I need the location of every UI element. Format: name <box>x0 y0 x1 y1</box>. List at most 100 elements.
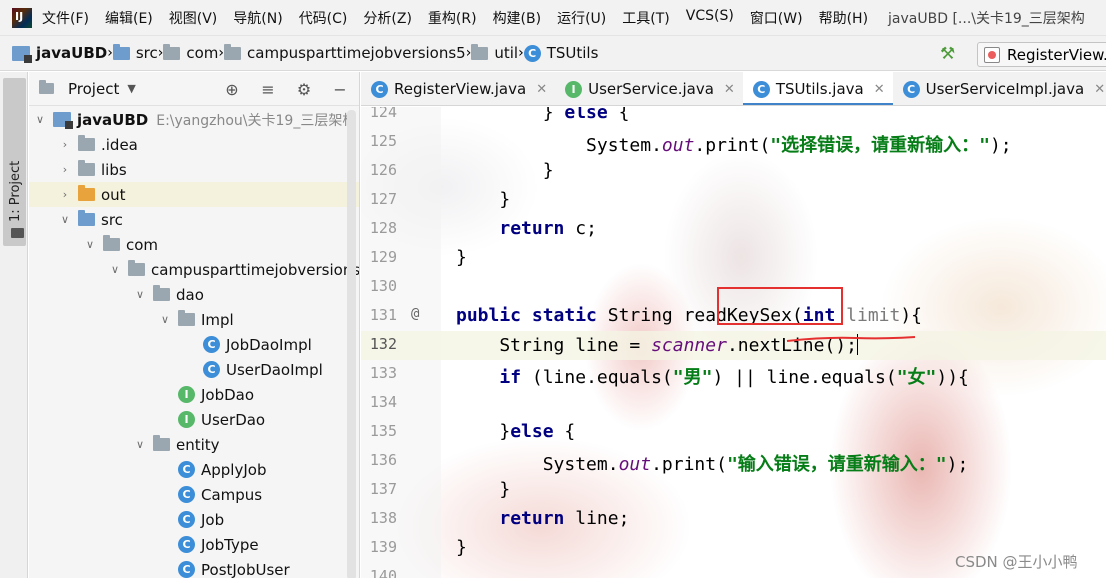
red-underline-annotation <box>786 336 916 342</box>
project-tool-window-tab[interactable]: 1: Project <box>3 78 26 246</box>
tree-item[interactable]: ∨ src <box>29 207 359 232</box>
tree-item[interactable]: ›IJobDao <box>29 382 359 407</box>
code-line[interactable]: 126 } <box>361 157 1106 186</box>
tree-item[interactable]: › out <box>29 182 359 207</box>
collapsed-arrow-icon[interactable]: › <box>58 188 72 201</box>
breadcrumb-item[interactable]: src <box>112 43 158 62</box>
code-text: return c; <box>456 218 597 239</box>
menu-item[interactable]: 工具(T) <box>622 8 669 28</box>
code-line[interactable]: 127 } <box>361 186 1106 215</box>
menu-item[interactable]: 帮助(H) <box>819 8 868 28</box>
breadcrumb-item[interactable]: C TSUtils <box>523 44 598 62</box>
collapsed-arrow-icon[interactable]: › <box>58 163 72 176</box>
tree-item-label: JobDao <box>201 385 255 404</box>
expanded-arrow-icon[interactable]: ∨ <box>133 438 147 451</box>
menu-item[interactable]: 视图(V) <box>169 8 218 28</box>
project-tree-scrollbar[interactable] <box>347 110 356 578</box>
menu-item[interactable]: 构建(B) <box>493 8 542 28</box>
line-number: 138 <box>369 509 397 527</box>
code-line[interactable]: 132 String line = scanner.nextLine(); <box>361 331 1106 360</box>
chevron-down-icon[interactable]: ▼ <box>127 82 135 95</box>
code-token: (line.equals( <box>521 367 673 388</box>
tree-item[interactable]: ›CJobDaoImpl <box>29 332 359 357</box>
locate-file-icon[interactable]: ⊕ <box>219 80 245 99</box>
breadcrumb-project[interactable]: javaUBD <box>12 44 107 63</box>
menu-item[interactable]: 代码(C) <box>299 8 348 28</box>
window-title: javaUBD [...\关卡19_三层架构 <box>888 10 1085 27</box>
tree-item[interactable]: ›CPostJobUser <box>29 557 359 578</box>
tree-item[interactable]: ∨ Impl <box>29 307 359 332</box>
tree-item[interactable]: ›CCampus <box>29 482 359 507</box>
folder-icon <box>78 135 95 151</box>
expanded-arrow-icon[interactable]: ∨ <box>108 263 122 276</box>
tree-item[interactable]: ›CUserDaoImpl <box>29 357 359 382</box>
breadcrumb-item[interactable]: util <box>471 43 518 62</box>
tree-item[interactable]: › .idea <box>29 132 359 157</box>
code-line[interactable]: 136 System.out.print("输入错误，请重新输入："); <box>361 447 1106 476</box>
code-line[interactable]: 137 } <box>361 476 1106 505</box>
menu-item[interactable]: 窗口(W) <box>750 8 803 28</box>
tree-item[interactable]: ›IUserDao <box>29 407 359 432</box>
tree-item-label: libs <box>101 160 127 179</box>
menu-item[interactable]: 导航(N) <box>233 8 282 28</box>
tree-item[interactable]: ∨ com <box>29 232 359 257</box>
tree-item-path: E:\yangzhou\关卡19_三层架构 <box>156 112 357 129</box>
close-icon[interactable]: ✕ <box>724 82 735 97</box>
code-line[interactable]: 128 return c; <box>361 215 1106 244</box>
collapsed-arrow-icon[interactable]: › <box>58 138 72 151</box>
code-text: } <box>456 247 467 268</box>
menu-item[interactable]: VCS(S) <box>686 8 734 28</box>
line-number: 134 <box>369 393 397 411</box>
code-token: System. <box>456 454 619 475</box>
code-line[interactable]: 138 return line; <box>361 505 1106 534</box>
menu-item[interactable]: 文件(F) <box>42 8 89 28</box>
code-line[interactable]: 135 }else { <box>361 418 1106 447</box>
code-token: else <box>510 421 554 442</box>
tree-item[interactable]: ›CJobType <box>29 532 359 557</box>
line-number: 131 <box>369 306 397 324</box>
tree-item[interactable]: ∨ dao <box>29 282 359 307</box>
expanded-arrow-icon[interactable]: ∨ <box>33 113 47 126</box>
code-line[interactable]: 133 if (line.equals("男") || line.equals(… <box>361 360 1106 389</box>
tree-item[interactable]: ›CApplyJob <box>29 457 359 482</box>
gear-icon[interactable]: ⚙ <box>291 80 317 99</box>
expanded-arrow-icon[interactable]: ∨ <box>133 288 147 301</box>
code-line[interactable]: 124 } else { <box>361 107 1106 128</box>
expanded-arrow-icon[interactable]: ∨ <box>158 313 172 326</box>
editor-tab[interactable]: I UserService.java ✕ <box>555 72 743 105</box>
menu-item[interactable]: 运行(U) <box>557 8 606 28</box>
menu-items: 文件(F) 编辑(E) 视图(V) 导航(N) 代码(C) 分析(Z) 重构(R) 构建(B)… <box>42 8 884 28</box>
hide-panel-icon[interactable]: − <box>327 80 353 99</box>
menu-item[interactable]: 分析(Z) <box>363 8 412 28</box>
expanded-arrow-icon[interactable]: ∨ <box>58 213 72 226</box>
breadcrumb-item[interactable]: com <box>163 43 218 62</box>
tree-item[interactable]: ›CJob <box>29 507 359 532</box>
menu-bar: 文件(F) 编辑(E) 视图(V) 导航(N) 代码(C) 分析(Z) 重构(R) 构建(B)… <box>0 0 1106 36</box>
tree-item[interactable]: ∨ campusparttimejobversions <box>29 257 359 282</box>
editor-tab[interactable]: C TSUtils.java ✕ <box>742 72 893 105</box>
override-marker-icon[interactable]: @ <box>411 306 419 322</box>
build-hammer-icon[interactable]: ⚒ <box>940 44 955 64</box>
editor-tab[interactable]: C RegisterView.java ✕ <box>361 72 555 105</box>
breadcrumb-item[interactable]: campusparttimejobversions5 <box>224 43 466 62</box>
collapse-all-icon[interactable]: ≡ <box>255 80 281 99</box>
package-icon <box>471 43 489 60</box>
expanded-arrow-icon[interactable]: ∨ <box>83 238 97 251</box>
code-line[interactable]: 129} <box>361 244 1106 273</box>
close-icon[interactable]: ✕ <box>874 82 885 97</box>
menu-item[interactable]: 重构(R) <box>428 8 477 28</box>
folder-icon <box>78 160 95 176</box>
code-line[interactable]: 125 System.out.print("选择错误，请重新输入："); <box>361 128 1106 157</box>
code-line[interactable]: 134 <box>361 389 1106 418</box>
run-configuration-selector[interactable]: RegisterView.java <box>977 42 1106 67</box>
close-icon[interactable]: ✕ <box>536 82 547 97</box>
project-view-selector[interactable]: Project <box>68 80 119 98</box>
editor-tab[interactable]: C UserServiceImpl.java ✕ <box>893 72 1106 105</box>
menu-item[interactable]: 编辑(E) <box>105 8 153 28</box>
close-icon[interactable]: ✕ <box>1094 82 1105 97</box>
tree-item[interactable]: ∨ entity <box>29 432 359 457</box>
tree-item[interactable]: ∨ javaUBD E:\yangzhou\关卡19_三层架构 <box>29 107 359 132</box>
class-icon: C <box>178 561 195 578</box>
code-editor[interactable]: 124 } else {125 System.out.print("选择错误，请… <box>361 107 1106 578</box>
tree-item[interactable]: › libs <box>29 157 359 182</box>
